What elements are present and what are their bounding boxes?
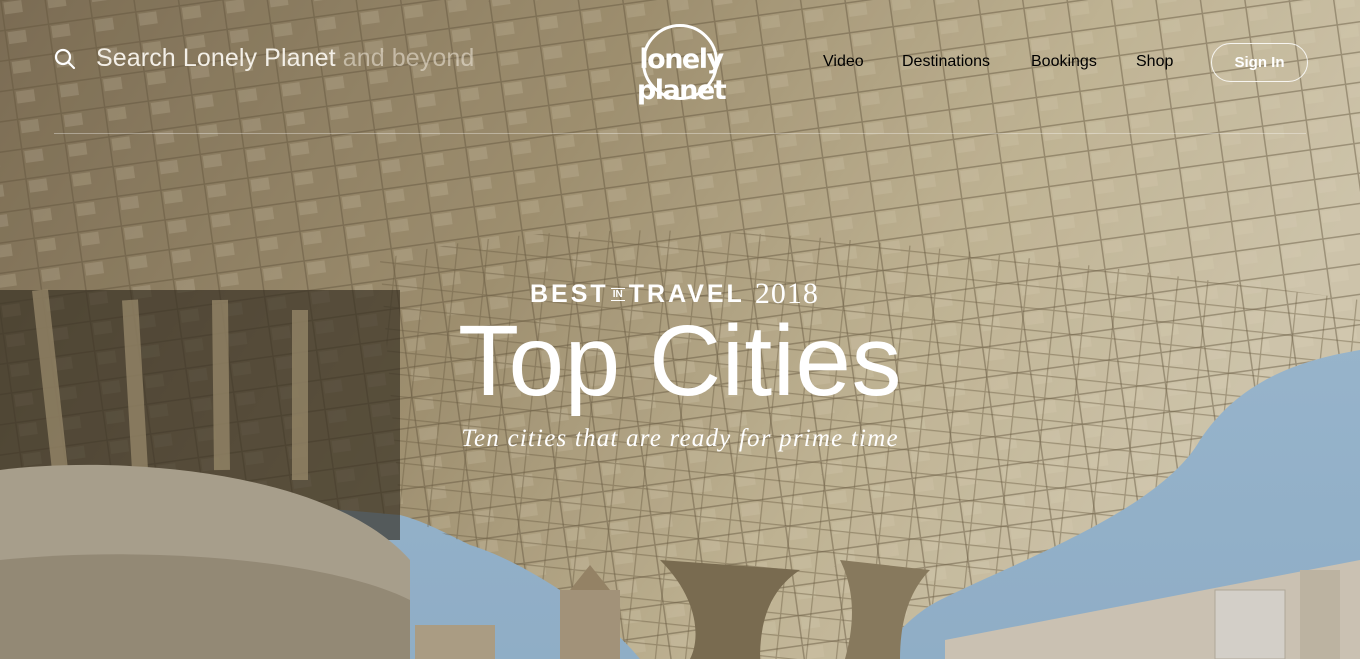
hero-subtitle: Ten cities that are ready for prime time	[461, 425, 899, 452]
search-icon	[54, 48, 76, 69]
lonely-planet-logo[interactable]: lonely planet	[598, 22, 764, 106]
nav-item-video[interactable]: Video	[823, 53, 864, 71]
nav-item-bookings[interactable]: Bookings	[1031, 53, 1097, 71]
search-placeholder: Search Lonely Planet and beyond	[96, 44, 474, 73]
search-placeholder-suffix: and beyond	[342, 44, 475, 72]
search-placeholder-prefix: Search Lonely Planet	[96, 44, 336, 72]
nav-item-shop[interactable]: Shop	[1136, 53, 1173, 71]
search-input[interactable]: Search Lonely Planet and beyond	[54, 44, 474, 73]
nav-item-destinations[interactable]: Destinations	[902, 53, 990, 71]
header-divider	[54, 133, 1306, 134]
logo-wordmark: lonely planet	[636, 44, 727, 106]
hero-title[interactable]: Top Cities	[0, 296, 1360, 426]
sign-in-button[interactable]: Sign In	[1211, 43, 1308, 82]
site-header: Search Lonely Planet and beyond lonely p…	[0, 0, 1360, 134]
